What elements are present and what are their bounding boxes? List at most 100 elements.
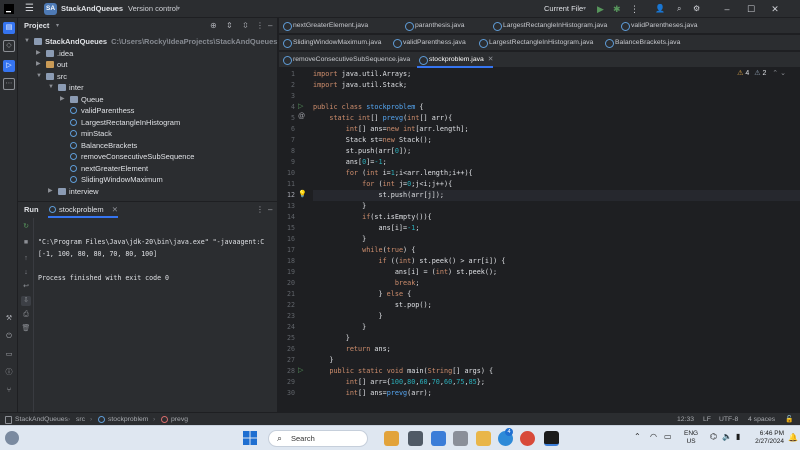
tab-sliding-window[interactable]: SlidingWindowMaximum.java xyxy=(281,35,381,51)
hide-icon[interactable]: – xyxy=(268,18,272,34)
hamburger-icon[interactable]: ☰ xyxy=(25,0,34,18)
close-icon[interactable]: ✕ xyxy=(764,0,786,18)
close-icon[interactable]: ✕ xyxy=(488,56,494,63)
tab-valid-parentheses[interactable]: validParentheses.java xyxy=(619,18,698,34)
tree-item[interactable]: ▼ StackAndQueues C:\Users\Rocky\IdeaProjec… xyxy=(18,36,278,48)
run-gutter-icon[interactable]: ▷ xyxy=(298,102,303,110)
tab-stockproblem[interactable]: stockproblem.java ✕ xyxy=(417,52,494,68)
chrome-browser-icon[interactable] xyxy=(520,431,535,446)
tree-item[interactable]: validParenthess xyxy=(18,105,278,117)
tree-item[interactable]: ▶ .idea xyxy=(18,48,278,60)
services-icon[interactable]: ⏻ xyxy=(3,332,15,344)
more-icon[interactable]: ⋮ xyxy=(630,0,639,18)
more-icon[interactable]: ⋮ xyxy=(256,18,264,34)
tree-item[interactable]: nextGreaterElement xyxy=(18,163,278,175)
project-panel-title[interactable]: Project xyxy=(24,18,49,34)
tree-item[interactable]: ▶ Queue xyxy=(18,94,278,106)
git-icon[interactable]: ⑂ xyxy=(3,386,15,398)
chevron-up-icon[interactable]: ⌃ xyxy=(634,432,641,441)
debug-icon[interactable]: ✱ xyxy=(613,0,621,18)
file-explorer-icon[interactable] xyxy=(476,431,491,446)
battery-icon[interactable]: ▭ xyxy=(664,432,672,441)
tree-item[interactable]: LargestRectangleInHistogram xyxy=(18,117,278,129)
language-indicator[interactable]: ENG US xyxy=(684,430,698,446)
settings-app-icon[interactable] xyxy=(453,431,468,446)
up-icon[interactable]: ↑ xyxy=(21,254,31,264)
code-editor[interactable]: import java.util.Arrays; import java.util… xyxy=(313,68,800,412)
tree-item[interactable]: ▼ inter xyxy=(18,82,278,94)
tree-item[interactable]: removeConsecutiveSubSequence xyxy=(18,151,278,163)
hammer-icon[interactable]: ⚒ xyxy=(3,314,15,326)
run-icon[interactable]: ▶ xyxy=(597,0,604,18)
chevron-right-icon[interactable]: ▶ xyxy=(36,59,44,71)
project-badge[interactable]: SA xyxy=(44,3,57,15)
terminal-icon[interactable]: ▭ xyxy=(3,350,15,362)
console-output[interactable]: "C:\Program Files\Java\jdk-20\bin\java.e… xyxy=(38,236,278,284)
chevron-down-icon[interactable]: ▾ xyxy=(583,0,586,18)
print-icon[interactable]: ⎙ xyxy=(21,310,31,320)
notifications-icon[interactable]: 🔔 xyxy=(788,433,798,442)
intention-bulb-icon[interactable]: 💡 xyxy=(298,190,307,198)
wifi-icon[interactable]: ◠ xyxy=(650,432,657,441)
tree-item[interactable]: ▶ interview xyxy=(18,186,278,198)
down-icon[interactable]: ↓ xyxy=(21,268,31,278)
collapse-icon[interactable]: ⇳ xyxy=(242,18,249,34)
tab-remove-consecutive[interactable]: removeConsecutiveSubSequence.java xyxy=(281,52,410,68)
problems-icon[interactable]: ⓘ xyxy=(3,368,15,380)
tree-item[interactable]: SlidingWindowMaximum xyxy=(18,174,278,186)
chevron-down-icon[interactable]: ▼ xyxy=(36,71,44,83)
run-gutter-icon[interactable]: ▷ xyxy=(298,366,303,374)
tree-item[interactable]: minStack xyxy=(18,128,278,140)
chevron-down-icon[interactable]: ▼ xyxy=(24,36,32,48)
more-icon[interactable]: ⋮ xyxy=(256,202,264,218)
tab-valid-parenthess[interactable]: validParenthess.java xyxy=(391,35,466,51)
chevron-up-icon[interactable]: ⌃ xyxy=(772,70,778,77)
expand-icon[interactable]: ⇕ xyxy=(226,18,233,34)
taskbar-search[interactable]: ⌕ Search xyxy=(268,430,368,447)
tab-paranthesis[interactable]: paranthesis.java xyxy=(403,18,465,34)
people-icon[interactable]: 👤 xyxy=(655,0,665,18)
maximize-icon[interactable]: ☐ xyxy=(740,0,762,18)
chevron-down-icon[interactable]: ▾ xyxy=(177,0,180,18)
chevron-down-icon[interactable]: ▾ xyxy=(56,18,59,34)
clock[interactable]: 6:46 PM 2/27/2024 xyxy=(748,430,784,446)
tree-item[interactable]: ▶ out xyxy=(18,59,278,71)
wrap-icon[interactable]: ↩ xyxy=(21,282,31,292)
tab-largest-rect[interactable]: LargestRectangleInHistogram.java xyxy=(491,18,607,34)
task-view-icon[interactable] xyxy=(408,431,423,446)
locate-icon[interactable]: ⊕ xyxy=(210,18,217,34)
tab-stockproblem[interactable]: stockproblem ✕ xyxy=(48,202,118,218)
commit-tool-icon[interactable]: ◇ xyxy=(3,40,15,52)
structure-tool-icon[interactable]: ⋯ xyxy=(3,78,15,90)
chevron-down-icon[interactable]: ⌄ xyxy=(780,70,786,77)
tree-item[interactable]: BalanceBrackets xyxy=(18,140,278,152)
weather-icon[interactable] xyxy=(5,431,19,445)
tab-next-greater[interactable]: nextGreaterElement.java xyxy=(281,18,368,34)
network-icon[interactable]: ⌬ xyxy=(710,432,717,441)
chevron-right-icon[interactable]: ▶ xyxy=(48,186,56,198)
store-app-icon[interactable] xyxy=(431,431,446,446)
close-icon[interactable]: ✕ xyxy=(112,205,118,214)
intellij-app-icon[interactable] xyxy=(544,431,559,446)
tab-balance-brackets[interactable]: BalanceBrackets.java xyxy=(603,35,680,51)
trash-icon[interactable]: 🗑 xyxy=(21,324,31,334)
project-tool-icon[interactable]: ▤ xyxy=(3,22,15,34)
battery-status-icon[interactable]: ▮ xyxy=(736,432,740,441)
version-control-menu[interactable]: Version control xyxy=(128,0,178,18)
chevron-right-icon[interactable]: ▶ xyxy=(60,94,68,106)
run-config-selector[interactable]: Current File xyxy=(544,0,583,18)
settings-icon[interactable]: ⚙ xyxy=(693,0,700,18)
search-icon[interactable]: ⌕ xyxy=(677,0,681,18)
volume-icon[interactable]: 🔈 xyxy=(722,432,732,441)
tree-item[interactable]: ▼ src xyxy=(18,71,278,83)
rerun-icon[interactable]: ↻ xyxy=(21,222,31,232)
hide-icon[interactable]: – xyxy=(268,202,272,218)
widgets-app-icon[interactable] xyxy=(384,431,399,446)
tab-run[interactable]: Run xyxy=(24,202,39,218)
inspection-widget[interactable]: ⚠ 4 ⚠ 2 ⌃ ⌄ xyxy=(737,68,786,80)
scroll-to-end-icon[interactable]: ⇩ xyxy=(21,296,31,306)
chevron-right-icon[interactable]: ▶ xyxy=(36,48,44,60)
chevron-down-icon[interactable]: ▼ xyxy=(48,82,56,94)
run-tool-icon[interactable]: ▷ xyxy=(3,60,15,72)
tab-largest-rect-2[interactable]: LargestRectangleInHistogram.java xyxy=(477,35,593,51)
